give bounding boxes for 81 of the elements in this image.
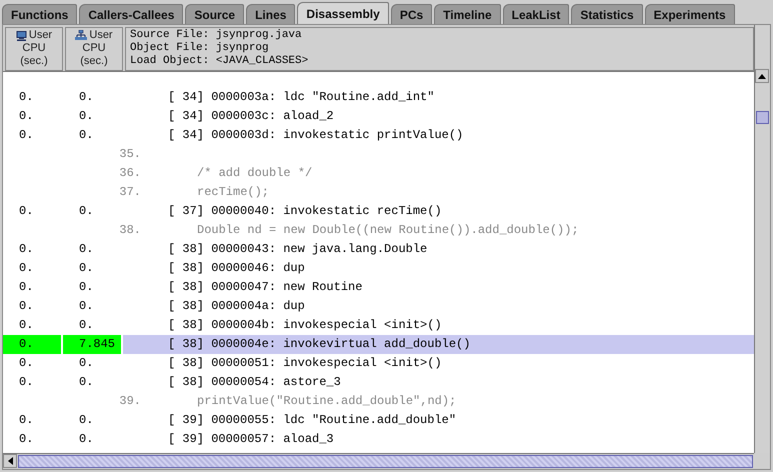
instruction-text[interactable]: [ 39] 00000057: aload_3 xyxy=(123,430,754,449)
instruction-text[interactable]: [ 38] 0000004b: invokespecial <init>() xyxy=(123,316,754,335)
info-text: Source File: jsynprog.java xyxy=(130,29,303,42)
tab[interactable]: PCs xyxy=(390,4,432,24)
header-label: (sec.) xyxy=(80,55,108,68)
info-text: Object File: jsynprog xyxy=(130,42,270,55)
instruction-text[interactable]: [ 38] 00000051: invokespecial <init>() xyxy=(123,354,754,373)
header-label: User xyxy=(89,29,113,42)
metric-cell-text: 0. xyxy=(18,108,34,125)
instruction-text[interactable]: [ 34] 0000003d: invokestatic printValue() xyxy=(123,126,754,145)
tab[interactable]: LeakList xyxy=(502,4,570,24)
metric-cell-text: 0. xyxy=(78,260,94,277)
metric-cell-text: 0. xyxy=(78,203,94,220)
line-number: 38. xyxy=(118,222,141,239)
metric-cell-text: 0. xyxy=(18,298,34,315)
scroll-thumb[interactable] xyxy=(18,455,753,468)
info-text: Load Object: <JAVA_CLASSES> xyxy=(130,55,310,68)
metric-cell-text: 0. xyxy=(78,355,94,372)
column-header[interactable]: User CPU (sec.) xyxy=(65,27,123,71)
hierarchy-icon xyxy=(75,30,88,41)
vertical-scrollbar[interactable] xyxy=(754,25,770,453)
tab[interactable]: Functions xyxy=(2,4,78,24)
metric-cell-text: 0. xyxy=(78,298,94,315)
metric-cell: 7.845 xyxy=(63,335,121,354)
header-label: (sec.) xyxy=(20,55,48,68)
metric-cell-text: 0. xyxy=(78,431,94,448)
metric-cell-text: 0. xyxy=(18,279,34,296)
metric-cell-text: 0. xyxy=(18,317,34,334)
source-text: /* add double */ xyxy=(196,165,312,182)
tab[interactable]: Source xyxy=(185,4,244,24)
metric-cell-text: 0. xyxy=(18,260,34,277)
tab[interactable]: Lines xyxy=(246,4,296,24)
source-text: recTime(); xyxy=(196,184,270,201)
source-text: Double nd = new Double((new Routine()).add_double()); xyxy=(196,222,579,239)
instruction-text[interactable]: [ 38] 0000004a: dup xyxy=(123,297,754,316)
scroll-thumb[interactable] xyxy=(756,111,769,124)
metric-cell-text: 0. xyxy=(78,412,94,429)
source-text: printValue("Routine.add_double",nd); xyxy=(196,393,456,410)
tab[interactable]: Statistics xyxy=(571,4,643,24)
scrollbar-corner xyxy=(754,453,770,469)
header-label: CPU xyxy=(22,42,46,55)
scroll-up-icon[interactable] xyxy=(755,69,769,83)
metric-cell-text: 0. xyxy=(18,374,34,391)
column-header[interactable]: User CPU (sec.) xyxy=(5,27,63,71)
metric-cell: 0. xyxy=(3,335,61,354)
horizontal-scrollbar[interactable] xyxy=(3,453,754,469)
metric-cell-text: 0. xyxy=(78,317,94,334)
instruction-text[interactable]: [ 39] 00000055: ldc "Routine.add_double" xyxy=(123,411,754,430)
tab[interactable]: Experiments xyxy=(644,4,735,24)
line-number: 36. xyxy=(118,165,141,182)
line-number: 35. xyxy=(118,146,141,163)
tab[interactable]: Timeline xyxy=(434,4,501,24)
instruction-text[interactable]: [ 38] 00000047: new Routine xyxy=(123,278,754,297)
scroll-left-icon[interactable] xyxy=(3,454,17,468)
metric-cell-text: 0. xyxy=(18,89,34,106)
metric-cell-text: 0. xyxy=(78,279,94,296)
metric-cell-text: 0. xyxy=(78,127,94,144)
metric-cell-text: 0. xyxy=(18,203,34,220)
line-number: 39. xyxy=(118,393,141,410)
instruction-text[interactable]: [ 37] 00000040: invokestatic recTime() xyxy=(123,202,754,221)
instruction-text[interactable]: [ 38] 0000004e: invokevirtual add_double() xyxy=(123,335,754,354)
instruction-text[interactable]: [ 34] 0000003c: aload_2 xyxy=(123,107,754,126)
metric-cell-text: 0. xyxy=(78,241,94,258)
tab[interactable]: Callers-Callees xyxy=(79,4,184,24)
header-label: User xyxy=(28,29,52,42)
metric-cell-text: 0. xyxy=(18,127,34,144)
metric-cell-text: 0. xyxy=(18,412,34,429)
metric-cell-text: 0. xyxy=(18,241,34,258)
metric-cell-text: 0. xyxy=(18,355,34,372)
header-label: CPU xyxy=(82,42,106,55)
line-number: 37. xyxy=(118,184,141,201)
monitor-icon xyxy=(16,30,27,40)
metric-cell-text: 0. xyxy=(78,374,94,391)
instruction-text[interactable]: [ 38] 00000054: astore_3 xyxy=(123,373,754,392)
metric-cell-text: 0. xyxy=(78,89,94,106)
metric-cell-text: 0. xyxy=(18,431,34,448)
metric-cell-text: 0. xyxy=(78,108,94,125)
instruction-text[interactable]: [ 34] 0000003a: ldc "Routine.add_int" xyxy=(123,88,754,107)
instruction-text[interactable]: [ 38] 00000046: dup xyxy=(123,259,754,278)
tab[interactable]: Disassembly xyxy=(297,2,389,24)
instruction-text[interactable]: [ 38] 00000043: new java.lang.Double xyxy=(123,240,754,259)
